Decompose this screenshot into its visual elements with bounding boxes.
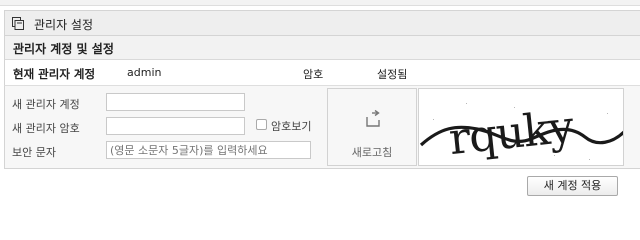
new-password-label: 새 관리자 암호 [12,122,80,135]
password-status: 설정됨 [377,68,408,81]
current-account-label: 현재 관리자 계정 [13,67,96,81]
new-account-input[interactable] [106,93,245,111]
copy-window-icon [12,17,24,30]
security-code-input[interactable] [106,141,311,159]
captcha-refresh-button[interactable]: 새로고침 [327,88,417,166]
new-password-input[interactable] [106,117,245,135]
panel-header: 관리자 설정 [4,10,640,36]
account-form: 새 관리자 계정 새 관리자 암호 암호보기 보안 문자 새로고침 rquky [4,86,640,169]
panel-title: 관리자 설정 [34,18,94,32]
section-header: 관리자 계정 및 설정 [4,36,640,60]
security-code-label: 보안 문자 [12,146,56,159]
show-password-label: 암호보기 [271,120,312,133]
top-strip [0,0,640,6]
current-account-row: 현재 관리자 계정 admin 암호 설정됨 [4,60,640,86]
current-account-value: admin [127,66,162,79]
show-password-checkbox[interactable] [256,119,267,130]
section-title: 관리자 계정 및 설정 [13,42,114,56]
refresh-label: 새로고침 [351,146,393,159]
captcha-image: rquky [418,88,624,166]
apply-new-account-button[interactable]: 새 계정 적용 [527,176,618,196]
password-label: 암호 [303,68,324,81]
refresh-icon [363,109,383,129]
captcha-text: rquky [447,101,577,165]
new-account-label: 새 관리자 계정 [12,98,80,111]
